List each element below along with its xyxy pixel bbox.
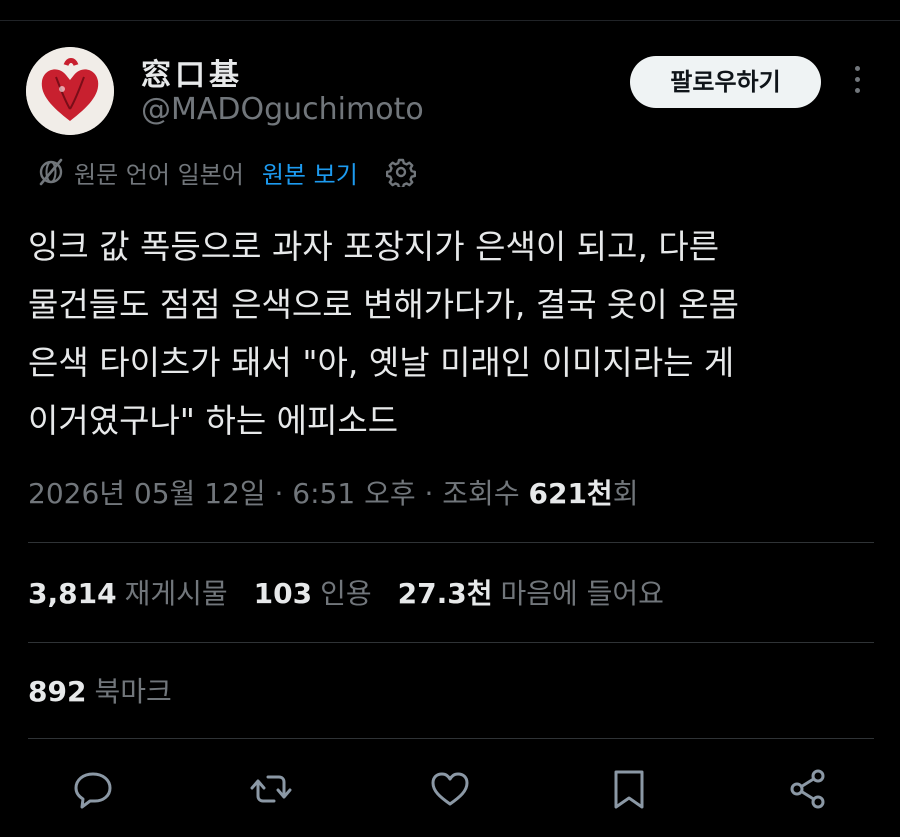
reposts-label: 재게시물 [124, 577, 228, 610]
avatar[interactable] [26, 47, 114, 135]
engagement-stats: 3,814 재게시물 103 인용 27.3천 마음에 들어요 [28, 572, 690, 612]
more-icon[interactable] [846, 66, 868, 98]
author-display-name[interactable]: 窓口基 [141, 50, 243, 94]
quotes-stat[interactable]: 103 인용 [254, 572, 372, 612]
top-divider [0, 20, 900, 21]
author-handle[interactable]: @MADOguchimoto [141, 92, 424, 127]
bookmarks-label: 북마크 [94, 675, 172, 708]
bookmarks-stat[interactable]: 892 북마크 [28, 670, 172, 710]
tweet-text: 잉크 값 폭등으로 과자 포장지가 은색이 되고, 다른 물건들도 점점 은색으… [28, 227, 739, 440]
tweet-meta: 2026년 05월 12일 · 6:51 오후 · 조회수 621천회 [28, 472, 638, 512]
action-bar [0, 766, 900, 812]
tweet-timestamp[interactable]: 2026년 05월 12일 · 6:51 오후 · 조회수 [28, 477, 528, 510]
views-suffix: 회 [612, 477, 639, 510]
translation-bar: 원문 언어 일본어 원본 보기 [36, 152, 416, 192]
repost-icon[interactable] [248, 766, 294, 812]
reposts-stat[interactable]: 3,814 재게시물 [28, 572, 228, 612]
globe-slash-icon [39, 158, 63, 186]
quotes-label: 인용 [320, 577, 372, 610]
reposts-count: 3,814 [28, 577, 117, 610]
heart-icon[interactable] [427, 766, 473, 812]
divider [28, 738, 874, 739]
reply-icon[interactable] [70, 766, 116, 812]
follow-button[interactable]: 팔로우하기 [630, 56, 821, 108]
view-original-link[interactable]: 원본 보기 [262, 155, 358, 190]
divider [28, 542, 874, 543]
quotes-count: 103 [253, 577, 313, 610]
divider [28, 642, 874, 643]
gear-icon[interactable] [385, 157, 416, 187]
share-icon[interactable] [785, 766, 831, 812]
views-count: 621천 [528, 477, 613, 510]
bookmarks-count: 892 [28, 675, 87, 708]
likes-label: 마음에 들어요 [500, 577, 664, 610]
likes-count: 27.3천 [397, 577, 493, 610]
bookmark-icon[interactable] [606, 766, 652, 812]
translation-source-text: 원문 언어 일본어 [74, 160, 244, 189]
likes-stat[interactable]: 27.3천 마음에 들어요 [398, 572, 664, 612]
